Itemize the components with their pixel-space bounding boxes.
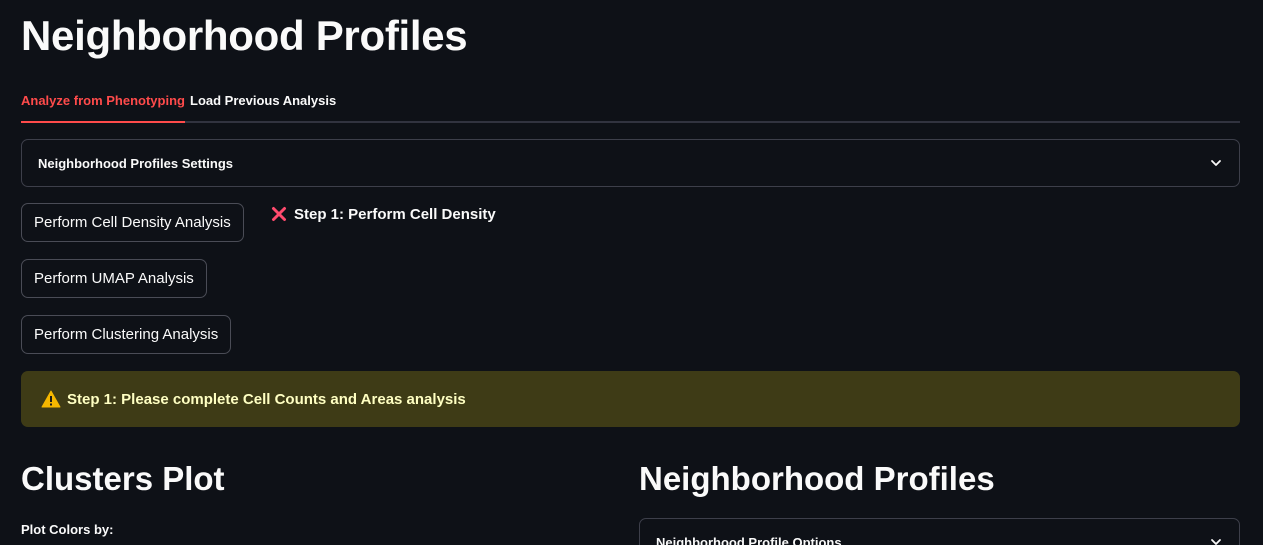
status-text: Step 1: Perform Cell Density (294, 205, 496, 223)
neighborhood-profiles-heading: Neighborhood Profiles (639, 460, 995, 497)
umap-button[interactable]: Perform UMAP Analysis (21, 259, 207, 298)
profile-options-label: Neighborhood Profile Options (656, 534, 842, 545)
profile-options-expander[interactable]: Neighborhood Profile Options (639, 518, 1240, 545)
plot-colors-label: Plot Colors by: (21, 522, 114, 537)
x-icon (272, 207, 286, 221)
page-title: Neighborhood Profiles (21, 12, 468, 59)
warning-icon (41, 390, 61, 408)
tab-load-previous-analysis[interactable]: Load Previous Analysis (190, 88, 336, 123)
tab-analyze-from-phenotyping[interactable]: Analyze from Phenotyping (21, 88, 185, 123)
clustering-button[interactable]: Perform Clustering Analysis (21, 315, 232, 354)
settings-expander-label: Neighborhood Profiles Settings (38, 155, 234, 171)
chevron-down-icon (1211, 539, 1221, 545)
app-page: Neighborhood Profiles Analyze from Pheno… (0, 0, 1263, 545)
status-message: Step 1: Perform Cell Density (270, 205, 496, 223)
clusters-plot-heading: Clusters Plot (21, 460, 225, 497)
warning-alert: Step 1: Please complete Cell Counts and … (21, 371, 1240, 427)
chevron-down-icon (1211, 160, 1221, 166)
settings-expander[interactable]: Neighborhood Profiles Settings (21, 139, 1240, 187)
cell-density-button[interactable]: Perform Cell Density Analysis (21, 203, 244, 242)
tab-bar: Analyze from Phenotyping Load Previous A… (21, 88, 1240, 123)
warning-text: Step 1: Please complete Cell Counts and … (67, 390, 466, 408)
